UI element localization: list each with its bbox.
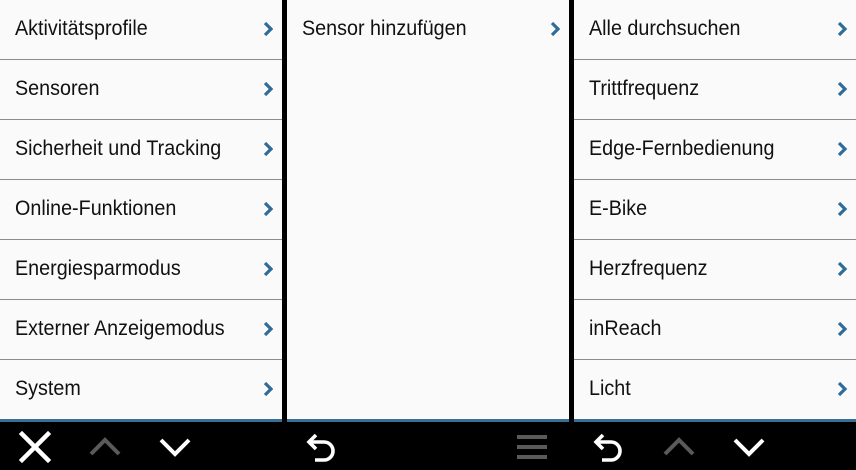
scroll-down-button[interactable] <box>153 427 197 467</box>
menu-item-label: Herzfrequenz <box>589 257 708 280</box>
bottom-toolbar <box>287 419 569 470</box>
chevron-right-icon <box>550 21 561 37</box>
menu-item-external-display[interactable]: Externer Anzeigemodus <box>0 300 282 360</box>
chevron-down-icon <box>159 438 191 457</box>
menu-item-label: Licht <box>589 377 631 400</box>
chevron-right-icon <box>837 21 848 37</box>
scroll-up-button[interactable] <box>83 427 127 467</box>
menu-item-power-saving[interactable]: Energiesparmodus <box>0 240 282 300</box>
device-screen: Aktivitätsprofile Sensoren Sicherheit un… <box>0 0 856 470</box>
menu-item-label: Sicherheit und Tracking <box>15 137 222 160</box>
chevron-right-icon <box>837 321 848 337</box>
menu-item-inreach[interactable]: inReach <box>574 300 856 360</box>
menu-item-label: Externer Anzeigemodus <box>15 317 225 340</box>
chevron-right-icon <box>263 141 274 157</box>
menu-item-activity-profiles[interactable]: Aktivitätsprofile <box>0 0 282 60</box>
settings-panel: Aktivitätsprofile Sensoren Sicherheit un… <box>0 0 282 470</box>
chevron-right-icon <box>263 261 274 277</box>
back-button[interactable] <box>587 427 631 467</box>
menu-item-sensors[interactable]: Sensoren <box>0 60 282 120</box>
menu-item-label: System <box>15 377 81 400</box>
chevron-right-icon <box>263 321 274 337</box>
chevron-up-icon <box>663 437 695 456</box>
menu-item-online-features[interactable]: Online-Funktionen <box>0 180 282 240</box>
chevron-up-icon <box>89 437 121 456</box>
menu-item-label: Sensoren <box>15 77 100 100</box>
close-icon <box>18 430 52 464</box>
menu-item-heart-rate[interactable]: Herzfrequenz <box>574 240 856 300</box>
back-button[interactable] <box>300 427 344 467</box>
sensors-menu-list: Sensor hinzufügen <box>287 0 569 419</box>
back-icon <box>306 433 335 462</box>
menu-item-label: Energiesparmodus <box>15 257 181 280</box>
menu-button[interactable] <box>510 427 554 467</box>
chevron-right-icon <box>263 381 274 397</box>
menu-item-label: Sensor hinzufügen <box>302 17 467 40</box>
chevron-right-icon <box>263 21 274 37</box>
menu-item-add-sensor[interactable]: Sensor hinzufügen <box>287 0 569 59</box>
menu-icon <box>517 435 547 459</box>
close-button[interactable] <box>13 427 57 467</box>
menu-item-label: Alle durchsuchen <box>589 17 741 40</box>
chevron-right-icon <box>837 81 848 97</box>
back-icon <box>593 433 622 462</box>
settings-menu-list: Aktivitätsprofile Sensoren Sicherheit un… <box>0 0 282 419</box>
chevron-right-icon <box>837 141 848 157</box>
menu-item-ebike[interactable]: E-Bike <box>574 180 856 240</box>
chevron-right-icon <box>837 201 848 217</box>
sensor-types-list: Alle durchsuchen Trittfrequenz Edge-Fern… <box>574 0 856 419</box>
menu-item-label: Online-Funktionen <box>15 197 177 220</box>
menu-item-label: E-Bike <box>589 197 648 220</box>
menu-item-label: Trittfrequenz <box>589 77 700 100</box>
menu-item-edge-remote[interactable]: Edge-Fernbedienung <box>574 120 856 180</box>
bottom-toolbar <box>574 419 856 470</box>
menu-item-system[interactable]: System <box>0 360 282 419</box>
menu-item-safety-tracking[interactable]: Sicherheit und Tracking <box>0 120 282 180</box>
scroll-down-button[interactable] <box>727 427 771 467</box>
menu-item-label: Edge-Fernbedienung <box>589 137 775 160</box>
chevron-down-icon <box>733 438 765 457</box>
menu-item-cadence[interactable]: Trittfrequenz <box>574 60 856 120</box>
menu-item-label: Aktivitätsprofile <box>15 17 148 40</box>
menu-item-label: inReach <box>589 317 662 340</box>
menu-item-search-all[interactable]: Alle durchsuchen <box>574 0 856 60</box>
add-sensor-panel: Alle durchsuchen Trittfrequenz Edge-Fern… <box>574 0 856 470</box>
scroll-up-button[interactable] <box>657 427 701 467</box>
sensors-panel: Sensor hinzufügen <box>287 0 569 470</box>
chevron-right-icon <box>837 381 848 397</box>
chevron-right-icon <box>263 201 274 217</box>
chevron-right-icon <box>263 81 274 97</box>
bottom-toolbar <box>0 419 282 470</box>
menu-item-light[interactable]: Licht <box>574 360 856 419</box>
chevron-right-icon <box>837 261 848 277</box>
